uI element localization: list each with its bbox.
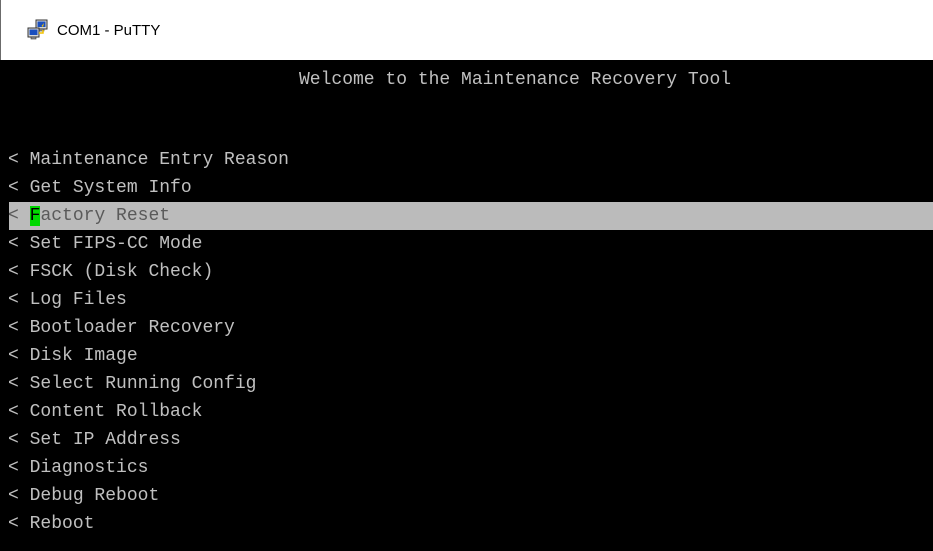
menu-item-factory-reset[interactable]: < Factory Reset — [8, 202, 933, 230]
menu-item-label: Get System Info — [29, 178, 192, 198]
menu-item-reboot[interactable]: < Reboot — [8, 510, 933, 538]
menu-item-label: Set IP Address — [29, 430, 181, 450]
window-title: COM1 - PuTTY — [57, 21, 161, 39]
menu-prefix: < — [8, 150, 19, 170]
menu-prefix: < — [8, 514, 19, 534]
menu-item-label: actory Reset — [40, 206, 171, 226]
menu-item-label: Maintenance Entry Reason — [29, 150, 289, 170]
menu-item-label: FSCK (Disk Check) — [29, 262, 214, 282]
menu-item-bootloader-recovery[interactable]: < Bootloader Recovery — [8, 314, 933, 342]
menu-item-diagnostics[interactable]: < Diagnostics — [8, 454, 933, 482]
putty-icon[interactable] — [27, 19, 49, 41]
menu-item-label: Disk Image — [29, 346, 138, 366]
menu-item-fsck[interactable]: < FSCK (Disk Check) — [8, 258, 933, 286]
menu-item-label: Set FIPS-CC Mode — [29, 234, 203, 254]
terminal-area[interactable]: Welcome to the Maintenance Recovery Tool… — [0, 60, 933, 551]
menu-item-label: Log Files — [29, 290, 127, 310]
menu-prefix: < — [8, 290, 19, 310]
menu-item-log-files[interactable]: < Log Files — [8, 286, 933, 314]
menu-item-maintenance-entry-reason[interactable]: < Maintenance Entry Reason — [8, 146, 933, 174]
putty-window: COM1 - PuTTY Welcome to the Maintenance … — [0, 0, 933, 551]
menu-item-get-system-info[interactable]: < Get System Info — [8, 174, 933, 202]
text-cursor: F — [29, 206, 41, 226]
menu-prefix: < — [8, 374, 19, 394]
menu-item-label: Select Running Config — [29, 374, 257, 394]
menu-item-label: Reboot — [29, 514, 95, 534]
menu-item-label: Content Rollback — [29, 402, 203, 422]
menu-prefix: < — [8, 402, 19, 422]
menu-item-set-fips-cc-mode[interactable]: < Set FIPS-CC Mode — [8, 230, 933, 258]
menu-prefix: < — [8, 486, 19, 506]
menu-item-label: Bootloader Recovery — [29, 318, 235, 338]
menu-item-label: Debug Reboot — [29, 486, 160, 506]
menu-item-debug-reboot[interactable]: < Debug Reboot — [8, 482, 933, 510]
menu-prefix: < — [8, 318, 19, 338]
menu-item-label: Diagnostics — [29, 458, 149, 478]
welcome-banner: Welcome to the Maintenance Recovery Tool — [299, 70, 732, 90]
menu-item-set-ip-address[interactable]: < Set IP Address — [8, 426, 933, 454]
menu-item-disk-image[interactable]: < Disk Image — [8, 342, 933, 370]
menu-prefix: < — [8, 430, 19, 450]
menu-item-select-running-config[interactable]: < Select Running Config — [8, 370, 933, 398]
menu-prefix: < — [8, 234, 19, 254]
menu-prefix: < — [8, 346, 19, 366]
menu-prefix: < — [8, 458, 19, 478]
menu-prefix: < — [8, 262, 19, 282]
menu-prefix: < — [8, 178, 19, 198]
title-bar[interactable]: COM1 - PuTTY — [0, 0, 933, 60]
menu-prefix: < — [8, 206, 19, 226]
menu-item-content-rollback[interactable]: < Content Rollback — [8, 398, 933, 426]
